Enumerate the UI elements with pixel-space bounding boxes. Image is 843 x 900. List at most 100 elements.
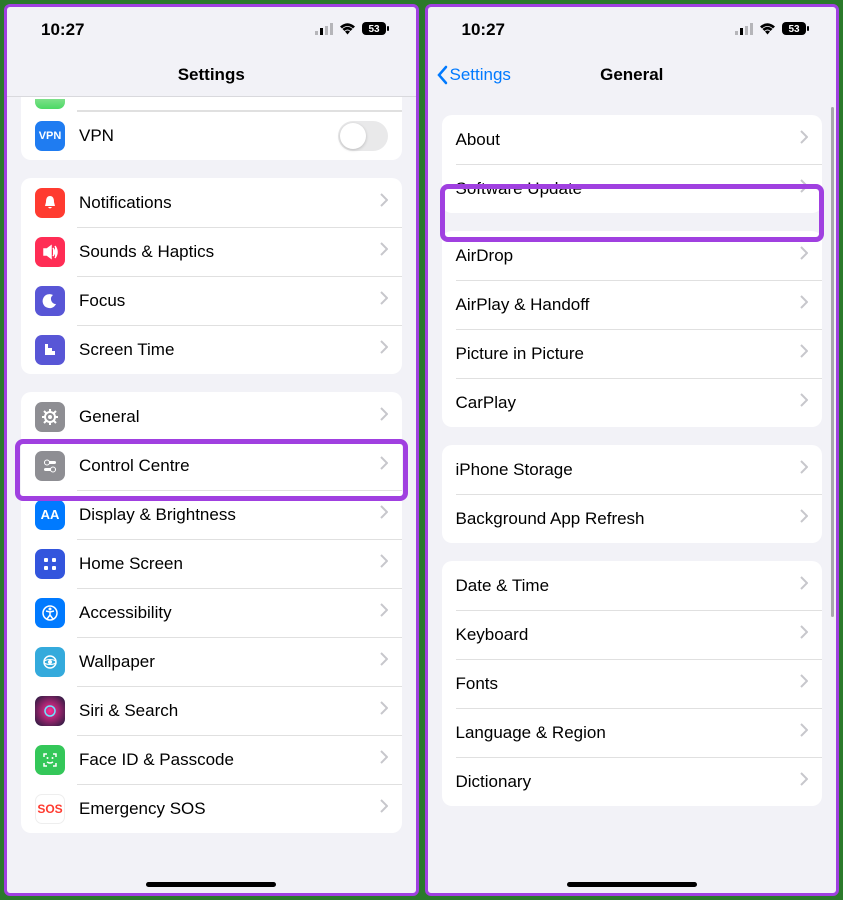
wifi-icon — [759, 20, 776, 40]
row-label: Control Centre — [79, 456, 380, 476]
chevron-icon — [380, 799, 388, 818]
accessibility-icon — [35, 598, 65, 628]
row-storage[interactable]: iPhone Storage — [442, 445, 823, 494]
row-label: Siri & Search — [79, 701, 380, 721]
status-bar: 10:27 53 — [428, 7, 837, 53]
phone-general: 10:27 53 Settings General About Software… — [425, 4, 840, 896]
row-label: Face ID & Passcode — [79, 750, 380, 770]
chevron-icon — [800, 509, 808, 528]
sounds-icon — [35, 237, 65, 267]
nav-title: General — [600, 65, 663, 85]
row-notifications[interactable]: Notifications — [21, 178, 402, 227]
chevron-icon — [800, 625, 808, 644]
scroll-indicator[interactable] — [831, 107, 834, 617]
row-wallpaper[interactable]: Wallpaper — [21, 637, 402, 686]
nav-title: Settings — [178, 65, 245, 85]
home-indicator — [146, 882, 276, 887]
row-faceid[interactable]: Face ID & Passcode — [21, 735, 402, 784]
nav-bar: Settings — [7, 53, 416, 97]
row-carplay[interactable]: CarPlay — [442, 378, 823, 427]
svg-text:53: 53 — [788, 24, 800, 35]
vpn-toggle[interactable] — [338, 121, 388, 151]
home-indicator — [567, 882, 697, 887]
emergency-icon: SOS — [35, 794, 65, 824]
row-airplay[interactable]: AirPlay & Handoff — [442, 280, 823, 329]
row-homescreen[interactable]: Home Screen — [21, 539, 402, 588]
chevron-left-icon — [436, 65, 448, 85]
row-label: Display & Brightness — [79, 505, 380, 525]
chevron-icon — [380, 603, 388, 622]
chevron-icon — [380, 701, 388, 720]
row-label: Sounds & Haptics — [79, 242, 380, 262]
row-software-update[interactable]: Software Update — [442, 164, 823, 213]
controlcentre-icon — [35, 451, 65, 481]
row-label: Home Screen — [79, 554, 380, 574]
row-stub[interactable] — [21, 97, 402, 111]
row-fonts[interactable]: Fonts — [442, 659, 823, 708]
back-button[interactable]: Settings — [436, 65, 511, 85]
row-datetime[interactable]: Date & Time — [442, 561, 823, 610]
row-display[interactable]: AA Display & Brightness — [21, 490, 402, 539]
phone-settings: 10:27 53 Settings VPN VPN — [4, 4, 419, 896]
chevron-icon — [380, 340, 388, 359]
chevron-icon — [800, 576, 808, 595]
screentime-icon — [35, 335, 65, 365]
chevron-icon — [380, 554, 388, 573]
row-sounds[interactable]: Sounds & Haptics — [21, 227, 402, 276]
row-pip[interactable]: Picture in Picture — [442, 329, 823, 378]
row-general[interactable]: General — [21, 392, 402, 441]
cellular-icon — [315, 20, 333, 40]
row-airdrop[interactable]: AirDrop — [442, 231, 823, 280]
chevron-icon — [800, 772, 808, 791]
chevron-icon — [800, 723, 808, 742]
cellular-icon — [735, 20, 753, 40]
general-list[interactable]: About Software Update AirDrop AirPlay & … — [428, 97, 837, 893]
row-label: Notifications — [79, 193, 380, 213]
row-screentime[interactable]: Screen Time — [21, 325, 402, 374]
chevron-icon — [380, 291, 388, 310]
homescreen-icon — [35, 549, 65, 579]
display-icon: AA — [35, 500, 65, 530]
chevron-icon — [800, 393, 808, 412]
row-controlcentre[interactable]: Control Centre — [21, 441, 402, 490]
row-focus[interactable]: Focus — [21, 276, 402, 325]
vpn-icon: VPN — [35, 121, 65, 151]
row-label: Focus — [79, 291, 380, 311]
chevron-icon — [800, 674, 808, 693]
row-label: VPN — [79, 126, 338, 146]
row-language[interactable]: Language & Region — [442, 708, 823, 757]
row-dictionary[interactable]: Dictionary — [442, 757, 823, 806]
chevron-icon — [380, 505, 388, 524]
row-siri[interactable]: Siri & Search — [21, 686, 402, 735]
chevron-icon — [380, 193, 388, 212]
chevron-icon — [380, 242, 388, 261]
chevron-icon — [800, 344, 808, 363]
focus-icon — [35, 286, 65, 316]
row-emergency[interactable]: SOS Emergency SOS — [21, 784, 402, 833]
chevron-icon — [380, 652, 388, 671]
chevron-icon — [380, 407, 388, 426]
settings-list[interactable]: VPN VPN Notifications Sounds & Haptics — [7, 97, 416, 893]
row-vpn[interactable]: VPN VPN — [21, 111, 402, 160]
row-about[interactable]: About — [442, 115, 823, 164]
row-keyboard[interactable]: Keyboard — [442, 610, 823, 659]
general-icon — [35, 402, 65, 432]
row-bgrefresh[interactable]: Background App Refresh — [442, 494, 823, 543]
status-time: 10:27 — [41, 20, 84, 40]
row-label: Accessibility — [79, 603, 380, 623]
siri-icon — [35, 696, 65, 726]
chevron-icon — [800, 460, 808, 479]
wallpaper-icon — [35, 647, 65, 677]
back-label: Settings — [450, 65, 511, 85]
row-label: Emergency SOS — [79, 799, 380, 819]
chevron-icon — [800, 295, 808, 314]
battery-icon: 53 — [362, 20, 390, 40]
notifications-icon — [35, 188, 65, 218]
row-accessibility[interactable]: Accessibility — [21, 588, 402, 637]
row-label: Screen Time — [79, 340, 380, 360]
faceid-icon — [35, 745, 65, 775]
chevron-icon — [800, 246, 808, 265]
nav-bar: Settings General — [428, 53, 837, 97]
chevron-icon — [800, 130, 808, 149]
status-bar: 10:27 53 — [7, 7, 416, 53]
